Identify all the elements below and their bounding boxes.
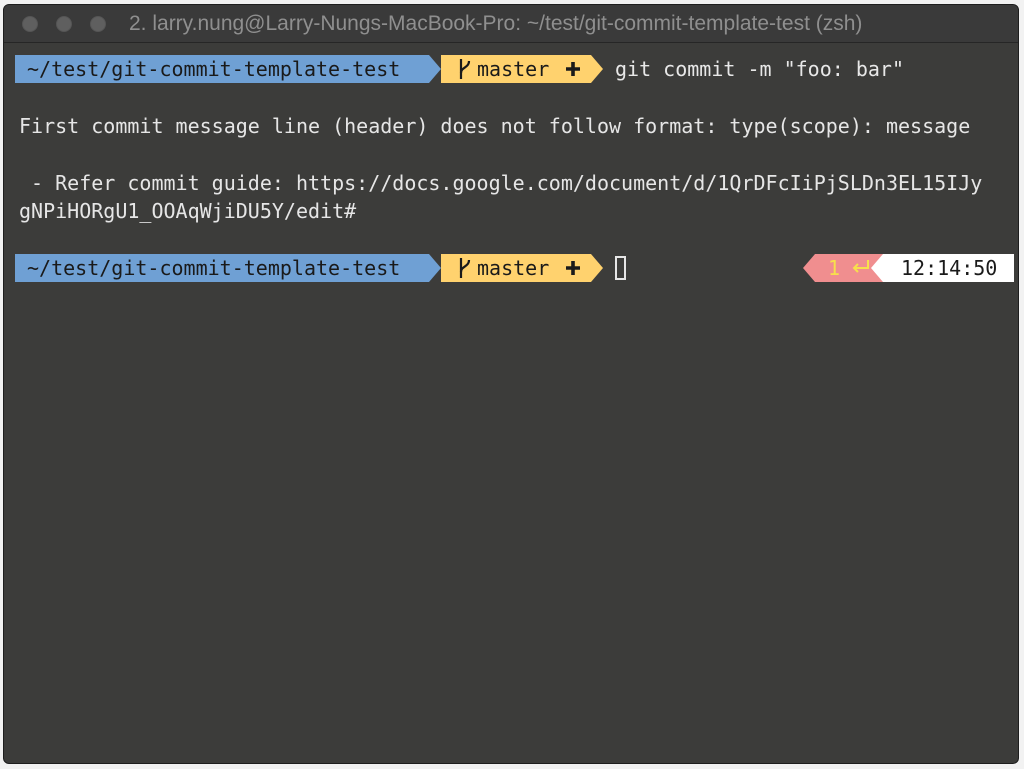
plus-icon [566,62,580,76]
prompt-line-2: ~/test/git-commit-template-test master 1 [15,254,1015,282]
git-branch-icon [459,258,471,278]
git-segment: master [441,55,591,83]
segment-separator [429,55,441,83]
segment-separator [803,254,815,282]
directory-segment: ~/test/git-commit-template-test [15,55,429,83]
git-branch-icon [459,59,471,79]
output-line: First commit message line (header) does … [19,114,971,138]
git-segment: master [441,254,591,282]
exit-code-label: 1 [828,256,841,280]
return-arrow-icon [852,260,869,273]
segment-separator [591,55,603,83]
branch-label: master [477,256,550,280]
time-segment: 12:14:50 [883,254,1014,282]
segment-separator [871,254,883,282]
command-text: git commit -m "foo: bar" [615,57,904,81]
segment-separator [591,254,603,282]
window-title: 2. larry.nung@Larry-Nungs-MacBook-Pro: ~… [129,12,863,35]
branch-label: master [477,57,550,81]
minimize-button[interactable] [56,16,72,32]
terminal-window: 2. larry.nung@Larry-Nungs-MacBook-Pro: ~… [3,4,1019,764]
directory-segment: ~/test/git-commit-template-test [15,254,429,282]
zoom-button[interactable] [90,16,106,32]
plus-icon [566,261,580,275]
title-bar: 2. larry.nung@Larry-Nungs-MacBook-Pro: ~… [4,5,1018,43]
time-label: 12:14:50 [901,256,998,280]
output-line: - Refer commit guide: https://docs.googl… [19,171,983,195]
directory-label: ~/test/git-commit-template-test [27,57,401,81]
output-line: gNPiHORgU1_OOAqWjiDU5Y/edit# [19,199,357,223]
directory-label: ~/test/git-commit-template-test [27,256,401,280]
text-cursor [615,256,626,280]
segment-separator [429,254,441,282]
close-button[interactable] [22,16,38,32]
